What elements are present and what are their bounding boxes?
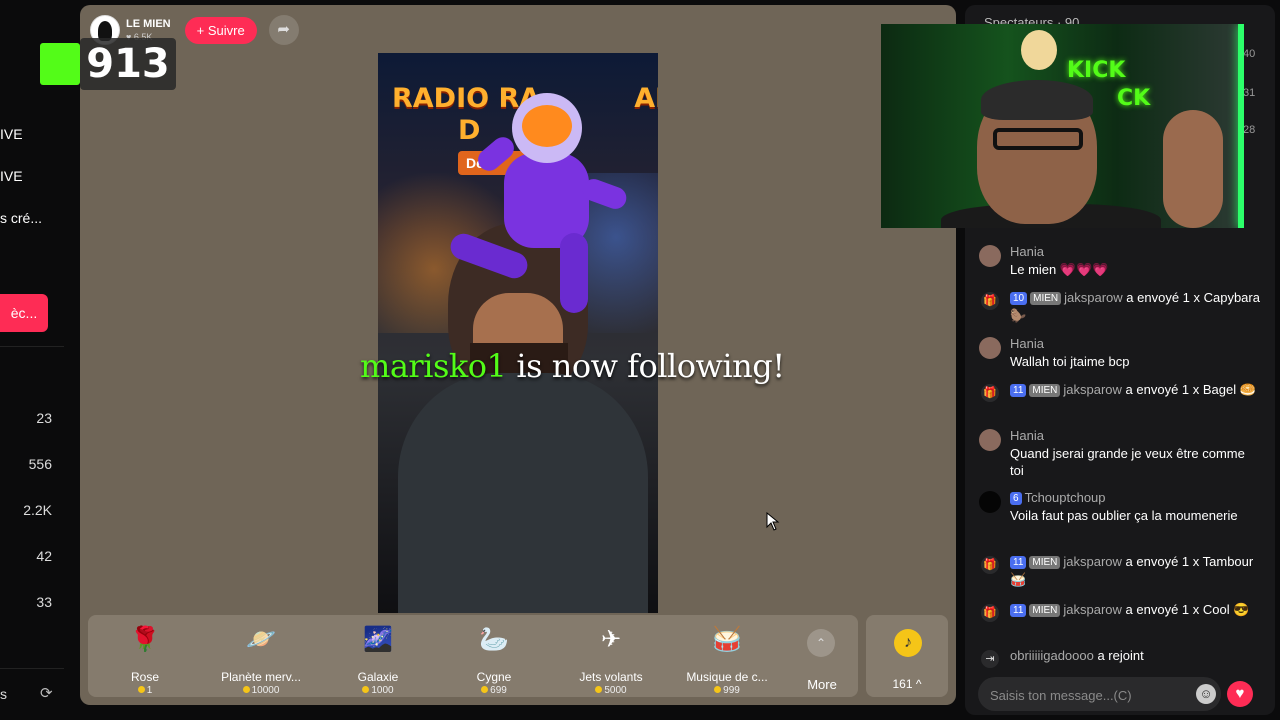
streamer-hand xyxy=(1163,110,1223,228)
level-badge: 11 xyxy=(1010,384,1027,397)
viewer-rank-number: 31 xyxy=(1243,87,1256,99)
coin-icon xyxy=(595,686,603,693)
webcam-overlay: KICK CK xyxy=(881,24,1244,228)
sidebar-count: 556 xyxy=(28,456,52,472)
refresh-icon[interactable]: ⟳ xyxy=(40,684,53,702)
coin-icon xyxy=(242,686,250,693)
user-avatar[interactable] xyxy=(979,337,1001,359)
viewer-rank-number: 28 xyxy=(1243,124,1256,136)
chat-input-box: ☺ xyxy=(978,677,1221,713)
streamer-name[interactable]: LE MIEN xyxy=(126,18,171,30)
gift-item[interactable]: ✈ Jets volants 5000 xyxy=(556,615,666,697)
astronaut-sticker xyxy=(446,83,630,313)
sidebar-nav-item[interactable]: s cré... xyxy=(0,210,42,226)
emoji-icon[interactable]: ☺ xyxy=(1196,684,1216,704)
rose-icon: 🌹 xyxy=(130,626,160,653)
gift-item[interactable]: 🥁 Musique de c... 999 xyxy=(672,615,782,697)
sidebar-divider xyxy=(0,346,64,347)
gift-item[interactable]: 🌌 Galaxie 1000 xyxy=(323,615,433,697)
sidebar-bottom-text: s xyxy=(0,686,7,702)
join-icon: ⇥ xyxy=(981,650,999,668)
chevron-up-icon: ⌃ xyxy=(807,629,835,657)
gift-bar: 🌹 Rose 1 🪐 Planète merv... 10000 🌌 Galax… xyxy=(88,615,858,697)
video-feed[interactable]: RADIO RAALE D De xyxy=(378,53,658,613)
coin-icon xyxy=(714,686,722,693)
swan-icon: 🦢 xyxy=(479,626,509,653)
viewer-count: 913 xyxy=(80,38,176,90)
sidebar-count: 33 xyxy=(36,594,52,610)
fan-badge: MIEN xyxy=(1029,384,1061,397)
user-avatar[interactable] xyxy=(979,491,1001,513)
sidebar-divider xyxy=(0,668,64,669)
jets-icon: ✈ xyxy=(600,626,622,653)
gift-icon: 🎁 xyxy=(981,292,999,310)
gift-icon: 🎁 xyxy=(981,604,999,622)
music-icon: 🥁 xyxy=(712,626,742,653)
mascot-figure xyxy=(1021,30,1057,70)
gift-item[interactable]: 🌹 Rose 1 xyxy=(90,615,200,697)
follow-alert-text: is now following! xyxy=(516,347,785,385)
follow-alert-user: marisko1 xyxy=(360,347,507,385)
kick-logo-icon xyxy=(40,43,80,85)
sidebar-nav-item[interactable]: IVE xyxy=(0,126,23,142)
level-badge: 6 xyxy=(1010,492,1022,505)
sidebar-nav-item[interactable]: IVE xyxy=(0,168,23,184)
level-badge: 11 xyxy=(1010,556,1027,569)
tiktok-coin-icon: ♪ xyxy=(894,629,922,657)
coin-icon xyxy=(137,686,145,693)
level-badge: 11 xyxy=(1010,604,1027,617)
follow-button[interactable]: + Suivre xyxy=(184,16,257,44)
fan-badge: MIEN xyxy=(1029,556,1061,569)
chat-message-input[interactable] xyxy=(988,677,1182,713)
live-player: LE MIEN ♥ 6.5K + Suivre ➦ RADIO RAALE D … xyxy=(80,5,956,705)
galaxy-icon: 🌌 xyxy=(363,626,393,653)
person-body xyxy=(398,373,648,613)
left-sidebar: IVE IVE s cré... èc... 23 556 2.2K 42 33… xyxy=(0,0,78,720)
glasses xyxy=(993,128,1083,150)
follow-alert: marisko1 is now following! xyxy=(360,347,785,385)
sidebar-count: 2.2K xyxy=(23,502,52,518)
more-gifts-button[interactable]: ⌃ More xyxy=(790,615,854,697)
kick-neon-sign: CK xyxy=(1117,86,1151,111)
coin-icon xyxy=(481,686,489,693)
planet-icon: 🪐 xyxy=(246,626,276,653)
fan-badge: MIEN xyxy=(1030,292,1062,305)
user-avatar[interactable] xyxy=(979,429,1001,451)
sidebar-action-button[interactable]: èc... xyxy=(0,294,48,332)
coin-icon xyxy=(362,686,370,693)
coin-balance-button[interactable]: ♪ 161 ^ xyxy=(866,615,948,697)
level-badge: 10 xyxy=(1010,292,1028,305)
sidebar-count: 23 xyxy=(36,410,52,426)
share-icon[interactable]: ➦ xyxy=(268,15,299,45)
gift-icon: 🎁 xyxy=(981,556,999,574)
mouse-cursor-icon xyxy=(766,512,780,531)
fan-badge: MIEN xyxy=(1029,604,1061,617)
gift-item[interactable]: 🦢 Cygne 699 xyxy=(439,615,549,697)
heart-icon[interactable]: ♥ xyxy=(1227,681,1253,707)
user-avatar[interactable] xyxy=(979,245,1001,267)
neon-strip xyxy=(1238,24,1244,228)
gift-item[interactable]: 🪐 Planète merv... 10000 xyxy=(206,615,316,697)
streamer-hair xyxy=(981,80,1093,120)
viewer-rank-number: 40 xyxy=(1243,48,1256,60)
kick-neon-sign: KICK xyxy=(1067,58,1126,83)
gift-icon: 🎁 xyxy=(981,384,999,402)
sidebar-count: 42 xyxy=(36,548,52,564)
